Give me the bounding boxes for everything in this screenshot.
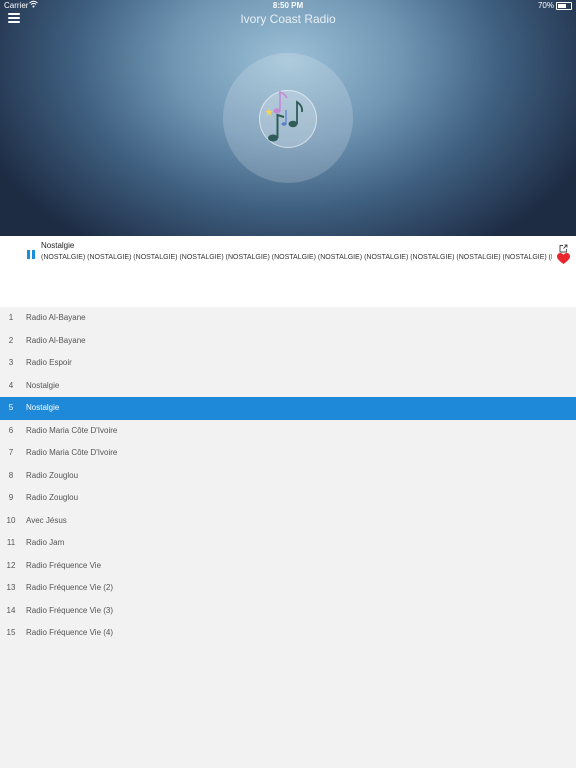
favorite-heart-icon[interactable] [557, 252, 570, 264]
station-name: Radio Jam [26, 538, 65, 547]
station-number: 8 [8, 470, 14, 480]
now-playing-bar: Nostalgie (NOSTALGIE) (NOSTALGIE) (NOSTA… [0, 236, 576, 307]
station-row[interactable]: 12 Radio Fréquence Vie [0, 555, 576, 578]
station-name: Radio Fréquence Vie (2) [26, 583, 114, 592]
station-name: Radio Maria Côte D'Ivoire [26, 425, 118, 435]
header-hero: Carrier 8:50 PM 70% Ivory Coast Radio [0, 0, 576, 236]
station-row[interactable]: 14 Radio Fréquence Vie (3) [0, 600, 576, 623]
station-row[interactable]: 13 Radio Fréquence Vie (2) [0, 577, 576, 600]
station-row[interactable]: 6 Radio Maria Côte D'Ivoire [0, 420, 576, 443]
station-row[interactable]: 10 Avec Jésus [0, 510, 576, 533]
station-number: 7 [8, 448, 14, 457]
station-name: Radio Fréquence Vie (4) [26, 628, 114, 637]
station-row[interactable]: 1 Radio Al-Bayane [0, 307, 576, 330]
station-name: Nostalgie [26, 403, 60, 412]
status-bar: Carrier 8:50 PM 70% [0, 0, 576, 12]
station-name: Radio Espoir [26, 358, 72, 367]
station-row[interactable]: 15 Radio Fréquence Vie (4) [0, 622, 576, 645]
share-icon[interactable] [559, 240, 568, 253]
station-number: 6 [8, 425, 14, 435]
station-name: Radio Fréquence Vie (3) [26, 605, 114, 615]
pause-button[interactable] [26, 250, 36, 262]
station-row[interactable]: 2 Radio Al-Bayane [0, 330, 576, 353]
station-number: 4 [8, 380, 14, 390]
station-number: 15 [6, 628, 16, 637]
station-row[interactable]: 5 Nostalgie [0, 397, 576, 420]
now-playing-station: Nostalgie [41, 241, 75, 250]
station-name: Radio Fréquence Vie [26, 560, 102, 570]
station-number: 9 [8, 493, 14, 502]
station-row[interactable]: 4 Nostalgie [0, 375, 576, 398]
music-notes-icon [262, 88, 312, 151]
station-number: 1 [8, 313, 14, 322]
battery-percent: 70% [537, 1, 554, 10]
station-row[interactable]: 3 Radio Espoir [0, 352, 576, 375]
station-name: Radio Zouglou [26, 493, 79, 502]
station-number: 2 [8, 335, 14, 345]
station-list: 1 Radio Al-Bayane 2 Radio Al-Bayane 3 Radio E… [0, 307, 576, 645]
battery-icon [556, 2, 572, 10]
station-number: 5 [8, 403, 14, 412]
station-row[interactable]: 8 Radio Zouglou [0, 465, 576, 488]
station-name: Radio Zouglou [26, 470, 79, 480]
now-playing-metadata: (NOSTALGIE) (NOSTALGIE) (NOSTALGIE) (NOS… [41, 254, 552, 261]
station-name: Radio Al-Bayane [26, 313, 86, 322]
app-title: Ivory Coast Radio [240, 12, 336, 26]
station-number: 3 [8, 358, 14, 367]
station-number: 13 [6, 583, 16, 592]
clock: 8:50 PM [272, 1, 304, 10]
station-name: Avec Jésus [26, 515, 67, 525]
station-name: Radio Maria Côte D'Ivoire [26, 448, 118, 457]
station-row[interactable]: 9 Radio Zouglou [0, 487, 576, 510]
station-number: 11 [6, 538, 16, 547]
station-name: Radio Al-Bayane [26, 335, 86, 345]
station-number: 14 [6, 605, 16, 615]
station-number: 10 [6, 515, 16, 525]
station-name: Nostalgie [26, 380, 60, 390]
station-number: 12 [6, 560, 16, 570]
station-row[interactable]: 11 Radio Jam [0, 532, 576, 555]
station-row[interactable]: 7 Radio Maria Côte D'Ivoire [0, 442, 576, 465]
